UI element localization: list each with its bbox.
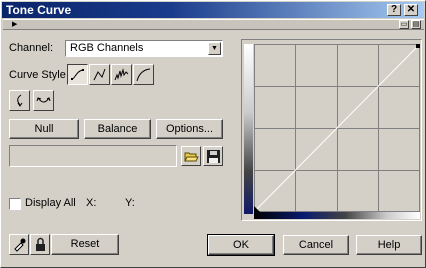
open-folder-icon	[184, 152, 199, 162]
open-file-button[interactable]	[181, 146, 201, 166]
help-caption-button[interactable]: ?	[387, 4, 401, 16]
file-path-field[interactable]	[9, 145, 177, 167]
display-all-checkbox[interactable]	[9, 198, 21, 210]
reset-button[interactable]: Reset	[51, 234, 119, 255]
tone-curve-dialog: Tone Curve ? ✕ ▶ ▭ ▤ Channel: RGB Channe…	[0, 0, 426, 268]
swap-button[interactable]	[9, 90, 30, 111]
swap-icon	[17, 94, 23, 107]
channel-value: RGB Channels	[70, 42, 144, 54]
tone-curve-editor	[241, 39, 422, 221]
eyedropper-button[interactable]	[9, 234, 29, 255]
curve-endpoint-handle[interactable]	[416, 44, 420, 48]
line-icon	[93, 68, 106, 81]
gamma-icon	[136, 68, 151, 82]
lock-button[interactable]	[30, 234, 50, 255]
cancel-button[interactable]: Cancel	[283, 235, 349, 255]
curve-style-curve-button[interactable]	[67, 64, 88, 85]
save-icon	[207, 150, 220, 163]
rollup-restore-icon[interactable]: ▭	[399, 20, 409, 29]
output-gradient-ramp	[244, 44, 253, 214]
display-all-label: Display All	[25, 197, 76, 209]
channel-select[interactable]: RGB Channels ▼	[65, 40, 223, 57]
curve-style-freehand-button[interactable]	[111, 64, 132, 85]
curve-style-gamma-button[interactable]	[133, 64, 154, 85]
rollup-menu-icon[interactable]: ▤	[411, 20, 421, 29]
save-file-button[interactable]	[203, 146, 223, 166]
rollup-arrow-icon[interactable]: ▶	[12, 21, 17, 29]
freehand-icon	[114, 68, 129, 81]
eyedropper-icon	[14, 238, 26, 252]
x-readout-label: X:	[86, 197, 97, 209]
close-caption-button[interactable]: ✕	[404, 4, 418, 16]
channel-label: Channel:	[9, 42, 54, 54]
y-readout-label: Y:	[125, 197, 135, 209]
balance-button[interactable]: Balance	[84, 119, 151, 139]
input-gradient-ramp	[254, 212, 420, 219]
rollup-bar[interactable]: ▶ ▭ ▤	[3, 19, 424, 30]
curve-graph[interactable]	[254, 44, 420, 212]
flip-button[interactable]	[33, 90, 54, 111]
help-button[interactable]: Help	[356, 235, 422, 255]
null-button[interactable]: Null	[9, 119, 79, 139]
title-bar: Tone Curve ? ✕	[2, 2, 424, 18]
curve-icon	[71, 69, 84, 80]
curve-style-label: Curve Style	[9, 69, 66, 81]
curve-style-line-button[interactable]	[89, 64, 110, 85]
options-button[interactable]: Options...	[156, 119, 223, 139]
ok-button[interactable]: OK	[207, 234, 275, 256]
chevron-down-icon[interactable]: ▼	[208, 42, 221, 55]
window-title: Tone Curve	[6, 3, 72, 17]
lock-icon	[36, 237, 45, 251]
flip-icon	[36, 97, 51, 103]
